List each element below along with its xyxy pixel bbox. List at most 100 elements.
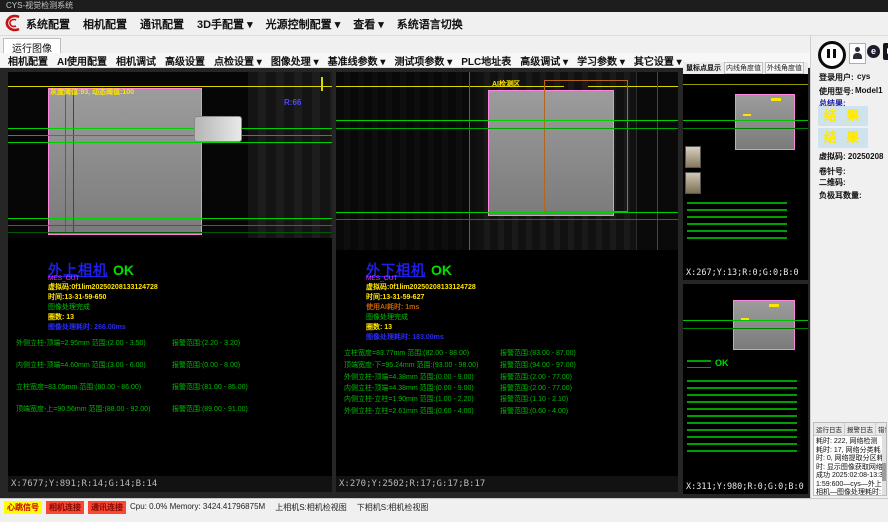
center-meas-1-alarm: 报警范围:(94.00 - 97.00) <box>500 362 576 369</box>
upper-camera-status: 上相机S:相机检视图 <box>275 501 347 513</box>
center-measure-row: 外侧立柱-立柱=2.61mm 范围:(0.60 - 4.00)报警范围:(0.6… <box>344 406 568 416</box>
center-overlay-yellow-line-a <box>336 86 564 87</box>
tool-advanced-settings[interactable]: 高级设置 <box>165 53 205 68</box>
center-overlay-green-hline-2 <box>336 128 678 129</box>
center-meas-3-value: 内侧立柱-顶端=4.38mm 范围:(0.00 - 9.00) <box>344 383 500 393</box>
tool-image-processing[interactable]: 图像处理 ▾ <box>271 53 319 68</box>
e-icon: e <box>871 46 876 56</box>
center-meas-1-value: 顶端宽度-下=95.24mm 范围:(93.00 - 98.00) <box>344 360 500 370</box>
tool-camera-debug[interactable]: 相机调试 <box>116 53 156 68</box>
left-ok-status: OK <box>113 262 134 278</box>
menu-bar: 系统配置 相机配置 通讯配置 3D手配置 ▾ 光源控制配置 ▾ 查看 ▾ 系统语… <box>0 12 888 36</box>
tool-other-settings[interactable]: 其它设置 ▾ <box>634 53 682 68</box>
left-overlay-green-vline-1 <box>65 89 66 232</box>
center-meas-2-alarm: 报警范围:(2.00 - 77.00) <box>500 374 572 381</box>
menu-item-comm-config[interactable]: 通讯配置 <box>140 16 184 32</box>
left-meas-3-value: 顶端宽度-上=90.56mm 范围:(88.00 - 92.00) <box>16 404 172 414</box>
center-meas-4-value: 内侧立柱-立柱=1.90mm 范围:(1.00 - 2.20) <box>344 394 500 404</box>
menu-item-system-config[interactable]: 系统配置 <box>26 16 70 32</box>
left-barcode-text: 虚拟码:0f1lim20250208133124728 <box>48 282 158 292</box>
center-image-dark-left <box>336 72 476 250</box>
menu-item-3d-hand-config[interactable]: 3D手配置 ▾ <box>197 16 253 32</box>
center-overlay-green-vline-2 <box>657 72 658 250</box>
center-cursor-coords: X:270;Y:2502;R:17;G:17;B:17 <box>336 476 678 492</box>
center-elapsed-text: 图像处理耗时: 183.00ms <box>366 332 444 342</box>
status-bar: 心跳信号 相机连接 通讯连接 Cpu: 0.0% Memory: 3424.41… <box>0 498 888 522</box>
tool-plc-address[interactable]: PLC地址表 <box>461 53 511 68</box>
left-overlay-green-hline-4 <box>8 218 332 219</box>
app-root: { "window": { "title": "CYS-视觉检测系统" }, "… <box>0 0 888 522</box>
tool-learn-params[interactable]: 学习参数 ▾ <box>577 53 625 68</box>
tool-test-params[interactable]: 测试项参数 ▾ <box>394 53 452 68</box>
tab-row: 运行图像 <box>0 36 888 53</box>
left-measure-row: 内侧立柱-顶端=4.60mm 范围:(3.00 - 6.00)报警范围:(0.0… <box>16 360 240 370</box>
center-overlay-green-vline-1 <box>469 72 470 250</box>
center-ai-region-rect <box>544 80 628 212</box>
menu-item-view[interactable]: 查看 ▾ <box>353 16 384 32</box>
menu-item-camera-config[interactable]: 相机配置 <box>83 16 127 32</box>
model-value: Model1 <box>855 86 883 95</box>
left-overlay-green-hline-1 <box>8 128 332 129</box>
log-tab-alarm[interactable]: 报警日志 <box>845 423 876 435</box>
small-bottom-green-hline-1 <box>683 320 808 321</box>
small-bottom-green-hline-2 <box>683 328 808 329</box>
neg-tab-count-label: 负极耳数量: <box>819 190 862 201</box>
left-mes-label: MES_OUT <box>48 275 79 282</box>
menu-item-language-switch[interactable]: 系统语言切换 <box>397 16 463 32</box>
left-meas-1-alarm: 报警范围:(0.00 - 8.00) <box>172 362 240 369</box>
left-meas-3-alarm: 报警范围:(89.00 - 91.00) <box>172 406 248 413</box>
center-camera-panel: AI检测区 外下相机OK MES_OUT 虚拟码:0f1lim202502081… <box>336 72 678 492</box>
small-top-yellow-mark-2 <box>743 114 751 116</box>
pause-button[interactable] <box>818 41 846 69</box>
comm-connect-badge: 通讯连接 <box>88 501 126 514</box>
app-logo-icon <box>3 13 23 33</box>
small-bottom-view[interactable]: OK <box>683 284 808 480</box>
small-bottom-text-lines <box>687 380 797 456</box>
menu-item-light-control[interactable]: 光源控制配置 ▾ <box>266 16 341 32</box>
log-tab-run[interactable]: 运行日志 <box>814 423 845 435</box>
center-overlay-green-hline-1 <box>336 120 678 121</box>
left-overlay-yellow-tick <box>321 77 323 91</box>
left-camera-image[interactable]: 灰度阈值:93, 动态阈值:100 R:66 <box>8 72 332 238</box>
log-scrollbar-thumb[interactable] <box>882 463 886 481</box>
tool-camera-config[interactable]: 相机配置 <box>8 53 48 68</box>
log-scrollbar[interactable] <box>882 433 886 495</box>
tool-baseline-params[interactable]: 基准线参数 ▾ <box>328 53 386 68</box>
left-cursor-coords: X:7677;Y:891;R:14;G:14;B:14 <box>8 476 332 492</box>
left-meas-2-value: 立柱宽度=83.05mm 范围:(80.00 - 86.00) <box>16 382 172 392</box>
tool-ai-use-config[interactable]: AI使用配置 <box>57 53 107 68</box>
e-button[interactable]: e <box>867 45 880 58</box>
tool-spot-check[interactable]: 点检设置 ▾ <box>214 53 262 68</box>
center-meas-3-alarm: 报警范围:(2.00 - 77.00) <box>500 385 572 392</box>
camera-connect-badge: 相机连接 <box>46 501 84 514</box>
result-box-1: 结 果 <box>818 106 868 126</box>
center-camera-image[interactable]: AI检测区 <box>336 72 678 250</box>
log-box: 运行日志 报警日志 错误日志 耗时: 222, 网络检测耗时: 17, 网络分类… <box>813 422 887 496</box>
logout-button[interactable] <box>883 43 888 60</box>
left-overlay-green-vline-2 <box>73 89 74 232</box>
tab-outer-angle[interactable]: 外线角度值 <box>765 62 804 74</box>
model-label: 使用型号: <box>819 86 854 97</box>
left-overlay-green-hline-2 <box>8 135 332 136</box>
small-top-view[interactable] <box>683 74 808 266</box>
tool-advanced-debug[interactable]: 高级调试 ▾ <box>520 53 568 68</box>
center-measure-row: 外侧立柱-顶端=4.38mm 范围:(0.00 - 9.00)报警范围:(2.0… <box>344 372 572 382</box>
heartbeat-badge: 心跳信号 <box>4 501 42 514</box>
left-meas-0-value: 外侧立柱-顶端=2.95mm 范围:(2.00 - 3.50) <box>16 338 172 348</box>
left-meas-0-alarm: 报警范围:(2.20 - 3.20) <box>172 340 240 347</box>
pause-icon <box>827 49 830 58</box>
log-tabs: 运行日志 报警日志 错误日志 <box>814 423 886 436</box>
user-icon <box>855 47 860 52</box>
user-button[interactable] <box>849 43 866 64</box>
left-measure-row: 立柱宽度=83.05mm 范围:(80.00 - 86.00)报警范围:(81.… <box>16 382 248 392</box>
left-measure-row: 顶端宽度-上=90.56mm 范围:(88.00 - 92.00)报警范围:(8… <box>16 404 248 414</box>
left-cycle-text: 圈数: 13 <box>48 312 74 322</box>
log-text: 耗时: 222, 网络检测耗时: 17, 网络分类耗时: 0, 网络提取分区耗时… <box>814 436 886 496</box>
tab-inner-angle[interactable]: 内线角度值 <box>724 62 763 74</box>
left-meas-2-alarm: 报警范围:(81.00 - 85.00) <box>172 384 248 391</box>
small-top-cursor-coords: X:267;Y:13;R:0;G:0;B:0 <box>683 266 808 280</box>
center-ai-region-label: AI检测区 <box>492 79 520 89</box>
center-process-done-text: 图像处理完成 <box>366 312 408 322</box>
left-process-done-text: 图像处理完成 <box>48 302 90 312</box>
center-measure-row: 内侧立柱-立柱=1.90mm 范围:(1.00 - 2.20)报警范围:(1.1… <box>344 394 568 404</box>
